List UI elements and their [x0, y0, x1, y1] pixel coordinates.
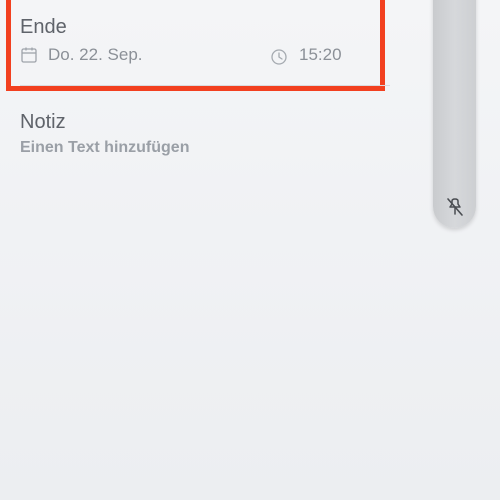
clock-icon [270, 48, 288, 66]
pin-off-icon[interactable] [444, 196, 466, 218]
divider [20, 85, 390, 86]
end-time-value: 15:20 [299, 45, 342, 64]
note-input[interactable]: Einen Text hinzufügen [20, 138, 189, 158]
end-date-field[interactable]: Do. 22. Sep. [20, 44, 143, 66]
end-label: Ende [20, 16, 67, 38]
calendar-icon [20, 46, 38, 64]
end-time-field[interactable]: 15:20 [270, 44, 342, 66]
side-panel[interactable] [433, 0, 476, 228]
end-date-value: Do. 22. Sep. [48, 45, 143, 64]
note-label: Notiz [20, 111, 66, 133]
